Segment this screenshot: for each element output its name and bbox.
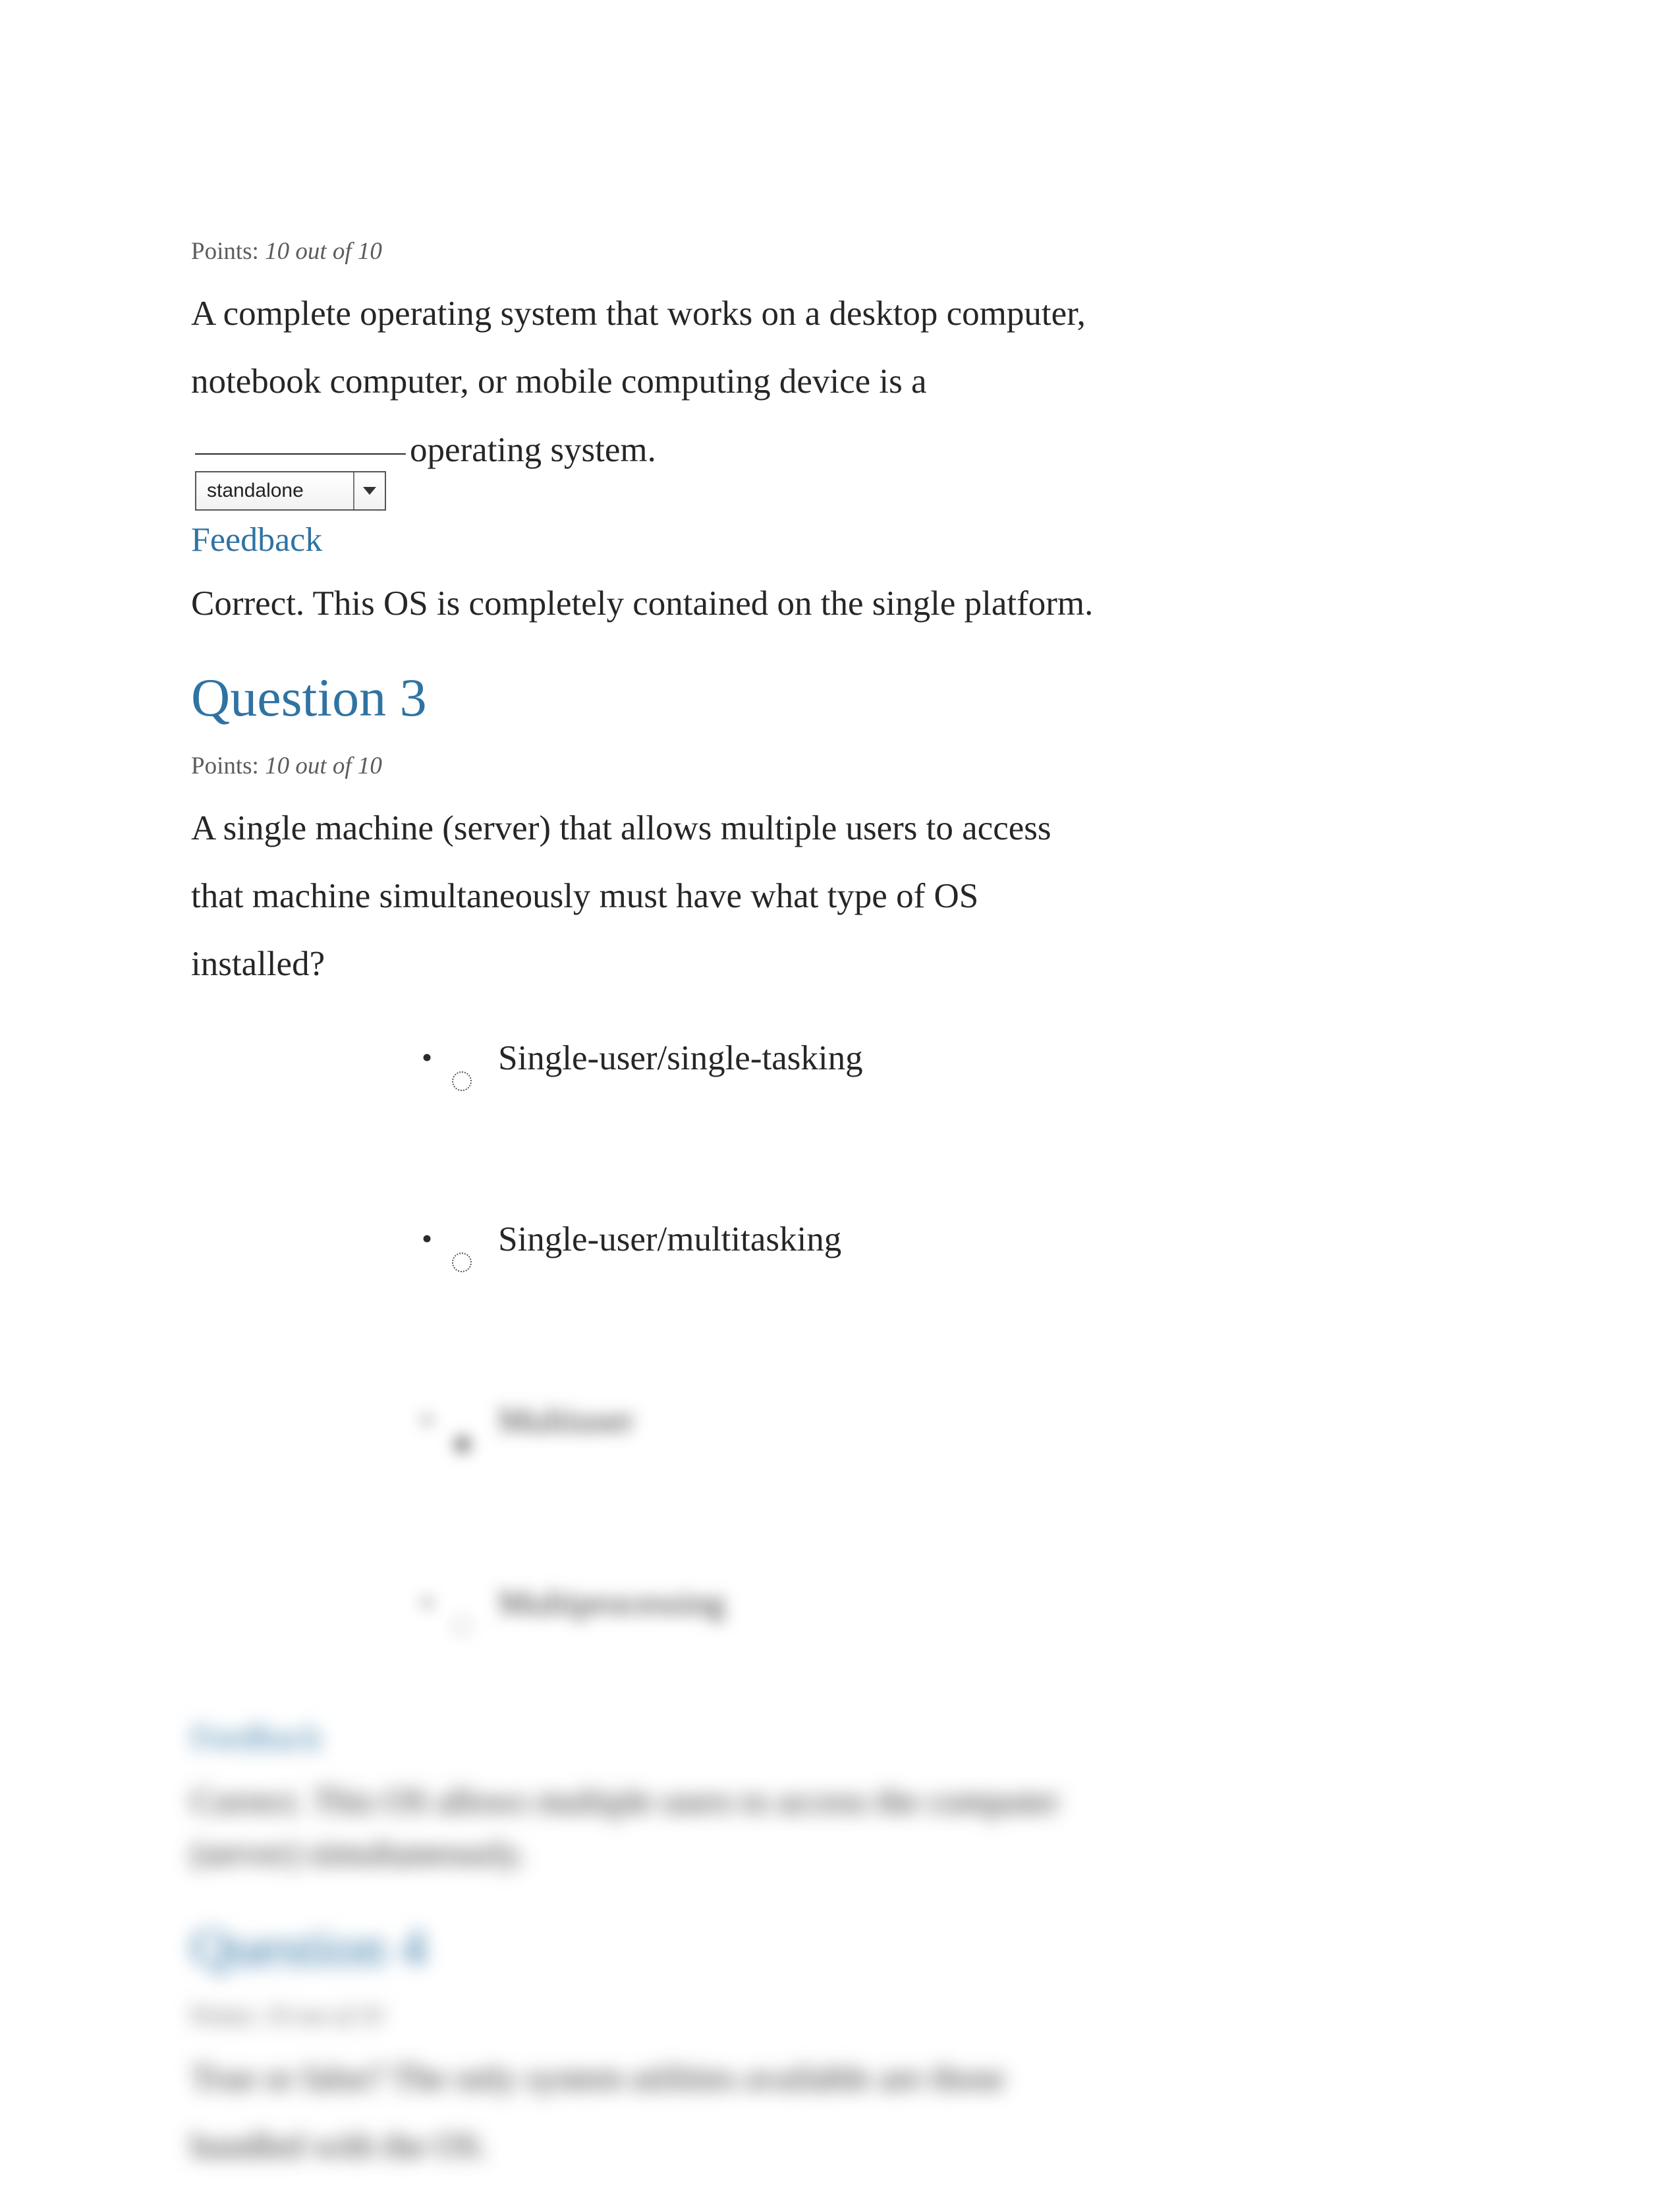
q3-block: Question 3 Points: 10 out of 10 A single…	[191, 667, 1107, 2181]
option-label: Multiprocessing	[498, 1583, 725, 1623]
answer-dropdown[interactable]: standalone	[195, 471, 386, 511]
bullet-icon: •	[422, 1224, 432, 1254]
feedback-heading: Feedback	[191, 521, 1107, 559]
bullet-icon: •	[422, 1405, 432, 1435]
q2-stem: A complete operating system that works o…	[191, 280, 1107, 484]
q3-stem: A single machine (server) that allows mu…	[191, 795, 1107, 999]
points-label: Points:	[191, 752, 265, 779]
radio-button[interactable]	[452, 1583, 498, 1639]
chevron-down-icon	[353, 472, 385, 509]
radio-button[interactable]	[452, 1038, 498, 1094]
bullet-icon: •	[422, 1587, 432, 1618]
q2-stem-pre: A complete operating system that works o…	[191, 295, 1086, 401]
blurred-content: Feedback Correct. This OS allows multipl…	[191, 1718, 1107, 2181]
question-heading: Question 4	[191, 1917, 1107, 1979]
feedback-text: Correct. This OS is completely contained…	[191, 578, 1107, 631]
points-label: Points:	[191, 2002, 265, 2029]
q2-stem-post: operating system.	[410, 431, 656, 469]
option-row[interactable]: • Single-user/single-tasking	[422, 1038, 1107, 1094]
bullet-icon: •	[422, 1042, 432, 1073]
option-row[interactable]: • Multiprocessing	[422, 1583, 1107, 1639]
blank-underline	[195, 453, 406, 455]
option-row[interactable]: • Multiuser	[422, 1401, 1107, 1458]
quiz-page: Points: 10 out of 10 A complete operatin…	[0, 0, 1298, 2180]
question-heading: Question 3	[191, 667, 1107, 729]
points-line: Points: 10 out of 10	[191, 237, 1107, 266]
q3-options: • Single-user/single-tasking • Single-us…	[422, 1038, 1107, 1639]
option-label: Single-user/single-tasking	[498, 1038, 862, 1078]
points-line: Points: 10 out of 10	[191, 2002, 1107, 2030]
points-value: 10 out of 10	[265, 238, 382, 265]
radio-button[interactable]	[452, 1220, 498, 1276]
points-line: Points: 10 out of 10	[191, 752, 1107, 780]
q4-stem: True or false? The only system utilities…	[191, 2045, 1107, 2181]
points-value: 10 out of 10	[265, 752, 382, 779]
radio-button[interactable]	[452, 1401, 498, 1458]
fill-blank: standalone	[195, 433, 406, 468]
option-label: Single-user/multitasking	[498, 1220, 841, 1259]
feedback-text: Correct. This OS allows multiple users t…	[191, 1776, 1107, 1880]
dropdown-value: standalone	[207, 481, 304, 501]
option-label: Multiuser	[498, 1401, 634, 1440]
points-label: Points:	[191, 238, 265, 265]
q2-block: Points: 10 out of 10 A complete operatin…	[191, 237, 1107, 631]
points-value: 10 out of 10	[265, 2002, 382, 2029]
option-row[interactable]: • Single-user/multitasking	[422, 1220, 1107, 1276]
feedback-heading: Feedback	[191, 1718, 1107, 1757]
